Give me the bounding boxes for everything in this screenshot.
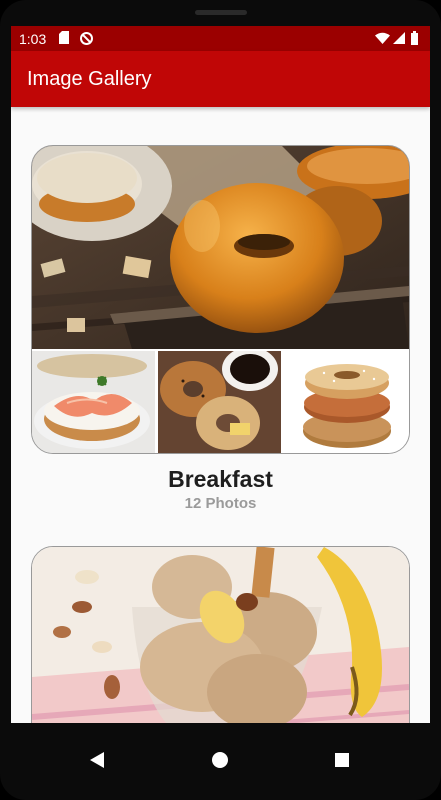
banana-ice-cream-image <box>32 547 409 723</box>
bagel-stack-image <box>284 351 409 453</box>
album-title: Breakfast <box>168 466 273 492</box>
status-bar: 1:03 <box>11 26 430 51</box>
device-frame: 1:03 Image Gallery Breakfast 12 Photos <box>0 0 441 800</box>
salmon-bagel-image <box>32 351 155 453</box>
navigation-bar <box>0 723 441 800</box>
speaker-grille <box>195 10 247 15</box>
recents-icon[interactable] <box>322 740 362 780</box>
app-title: Image Gallery <box>27 68 152 90</box>
album-card-2[interactable] <box>31 546 410 723</box>
album-list[interactable]: Breakfast 12 Photos <box>11 107 430 723</box>
back-icon[interactable] <box>78 740 118 780</box>
screen: 1:03 Image Gallery Breakfast 12 Photos <box>11 26 430 723</box>
status-time: 1:03 <box>19 31 47 47</box>
bagel-hero-image <box>32 146 409 349</box>
bagels-coffee-image <box>158 351 281 453</box>
album-card-breakfast[interactable] <box>31 145 410 454</box>
album-photo-count: 12 Photos <box>184 495 257 512</box>
sd-card-icon <box>59 31 69 44</box>
app-bar: Image Gallery <box>11 51 430 107</box>
battery-icon <box>411 31 418 45</box>
signal-icon <box>393 32 405 44</box>
sync-icon <box>80 32 93 45</box>
wifi-icon <box>375 32 390 44</box>
home-icon[interactable] <box>200 740 240 780</box>
